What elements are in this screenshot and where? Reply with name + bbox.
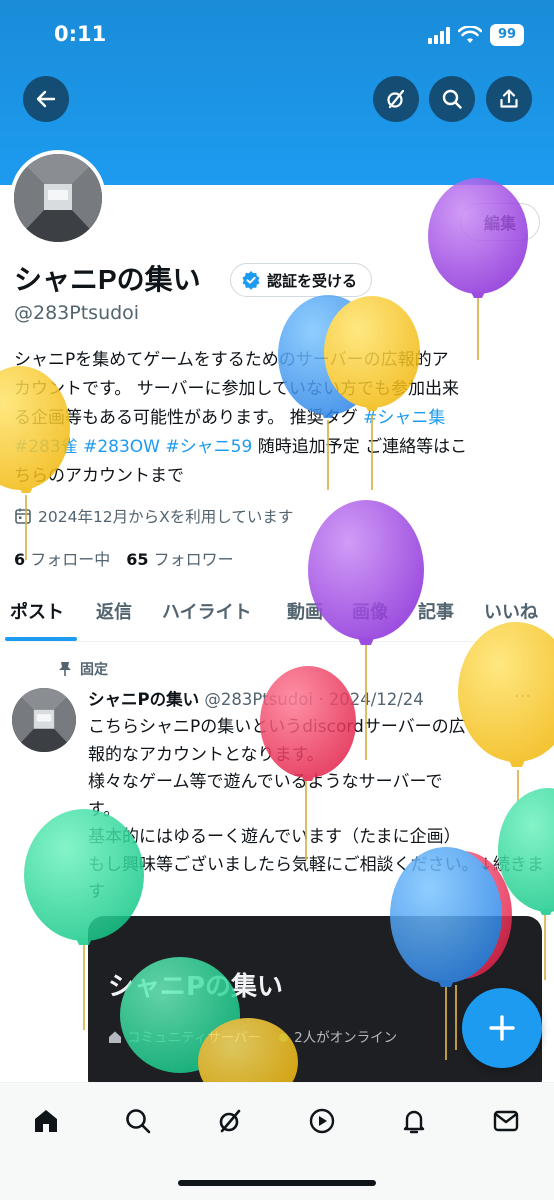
grok-icon [387,89,405,109]
back-button[interactable] [23,76,69,122]
post-author-avatar[interactable] [12,688,76,752]
wifi-icon [458,26,482,43]
bio-line: カウントです。 サーバーに参加していない方でも参加出来 [14,379,460,399]
bio-line: 随時追加予定 ご連絡等はこ [252,437,468,457]
card-online-label: 2人がオンライン [294,1030,398,1046]
nav-messages[interactable] [486,1101,526,1141]
mail-icon [493,1110,519,1132]
nav-notifications[interactable] [394,1101,434,1141]
tab-likes[interactable]: いいね [484,598,538,624]
following-count: 6 [14,550,26,569]
card-community: コミュニティサーバー [108,1026,261,1046]
nav-home[interactable] [26,1101,66,1141]
post-more-button[interactable]: ··· [514,686,531,707]
plus-icon [489,1015,515,1041]
hashtag-link[interactable]: #シャニ集 [363,408,445,428]
profile-avatar[interactable] [10,150,106,246]
tab-videos[interactable]: 動画 [287,598,323,624]
post-author-name[interactable]: シャニPの集い [88,690,199,709]
status-time: 0:11 [54,22,107,46]
bio-line: ちらのアカウントまで [14,466,184,486]
profile-tabs: ポスト 返信 ハイライト 動画 画像 記事 いいね [0,590,554,642]
hashtag-link[interactable]: #シャニ59 [165,437,252,457]
following-label: フォロー中 [30,550,111,569]
avatar-image [14,154,102,242]
home-icon [35,1110,57,1132]
pinned-label: 固定 [58,659,108,679]
card-community-label: コミュニティサーバー [127,1030,262,1046]
home-indicator [178,1180,376,1186]
active-tab-indicator [5,637,77,641]
tab-images[interactable]: 画像 [352,598,388,624]
online-dot [279,1033,289,1042]
grok-icon [219,1109,241,1133]
get-verified-button[interactable]: 認証を受ける [230,263,373,297]
calendar-icon [15,508,31,524]
share-button[interactable] [486,76,532,122]
tab-posts[interactable]: ポスト [10,598,64,624]
nav-video[interactable] [302,1101,342,1141]
grok-button[interactable] [373,76,419,122]
bell-icon [403,1110,425,1134]
card-online: 2人がオンライン [279,1026,397,1046]
card-meta: コミュニティサーバー 2人がオンライン [108,1026,397,1046]
hashtag-link[interactable]: #283雀 [14,437,78,457]
video-play-icon [309,1108,335,1134]
tab-highlights[interactable]: ハイライト [162,598,252,624]
profile-display-name: シャニPの集い [14,264,201,295]
status-bar: 0:11 99 [0,0,554,70]
home-server-icon [109,1031,121,1043]
card-title: シャニPの集い [108,972,284,1002]
status-icons: 99 [428,24,524,46]
follow-stats: 6 フォロー中 65 フォロワー [14,546,234,570]
profile-handle: @283Ptsudoi [14,302,140,324]
joined-text: 2024年12月からXを利用しています [38,508,294,526]
followers-link[interactable]: 65 フォロワー [126,546,233,570]
nav-search[interactable] [118,1101,158,1141]
profile-bio: シャニPを集めてゲームをするためのサーバーの広報的ア カウントです。 サーバーに… [14,346,540,491]
back-arrow-icon [36,90,56,108]
nav-grok[interactable] [210,1101,250,1141]
verified-badge-icon [242,271,260,290]
share-icon [500,89,518,108]
post-meta: @283Ptsudoi · 2024/12/24 [204,690,424,709]
get-verified-label: 認証を受ける [267,271,358,290]
search-icon [442,89,462,109]
post-header: シャニPの集い @283Ptsudoi · 2024/12/24 [88,686,528,710]
pinned-text: 固定 [80,662,108,678]
post-text: こちらシャニPの集いというdiscordサーバーの広 報的なアカウントとなります… [88,717,544,902]
edit-profile-button[interactable]: 編集 [460,203,540,241]
search-button[interactable] [429,76,475,122]
avatar-image [12,688,76,752]
battery-indicator: 99 [490,24,524,46]
signal-icon [428,26,450,44]
pin-icon [59,662,71,676]
following-link[interactable]: 6 フォロー中 [14,546,110,570]
followers-count: 65 [126,550,149,569]
followers-label: フォロワー [153,550,234,569]
bio-line: る企画等もある可能性があります。 推奨タグ [14,408,364,428]
tab-articles[interactable]: 記事 [418,598,454,624]
hashtag-link[interactable]: #283OW [83,437,160,457]
search-icon [126,1109,151,1134]
compose-post-button[interactable] [462,988,542,1068]
bio-line: シャニPを集めてゲームをするためのサーバーの広報的ア [14,350,449,370]
joined-date: 2024年12月からXを利用しています [14,505,293,527]
tab-replies[interactable]: 返信 [96,598,132,624]
